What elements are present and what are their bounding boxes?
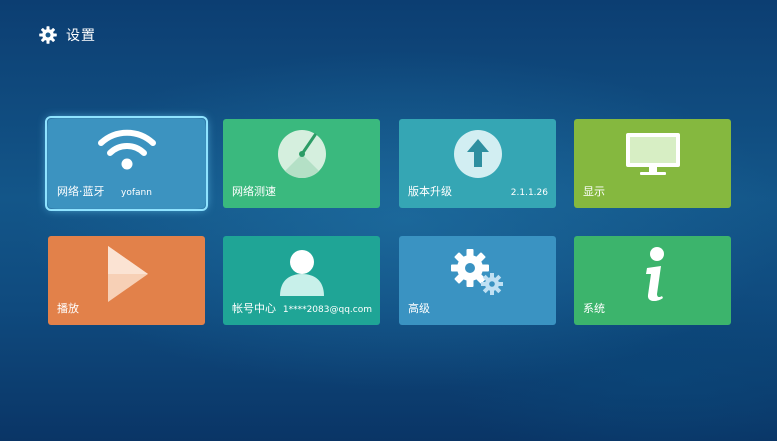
gear-icon: [39, 26, 57, 44]
tile-label: 网络测速: [232, 185, 276, 198]
tile-label: 显示: [583, 185, 605, 198]
play-icon: [107, 246, 148, 302]
tile-sub-account: 1****2083@qq.com: [282, 305, 372, 315]
tile-advanced[interactable]: 高级: [399, 236, 556, 325]
tile-speed-test[interactable]: 网络测速: [223, 119, 380, 208]
speedometer-icon: [277, 130, 326, 179]
upgrade-arrow-icon: [453, 130, 502, 178]
tile-label: 帐号中心: [232, 302, 276, 315]
tile-playback[interactable]: 播放: [48, 236, 205, 325]
tile-sub-version: 2.1.1.26: [510, 188, 548, 198]
tile-network-bluetooth[interactable]: 网络·蓝牙 yofann: [45, 116, 208, 211]
tile-version-upgrade[interactable]: 版本升级 2.1.1.26: [399, 119, 556, 208]
tile-label: 高级: [408, 302, 430, 315]
tile-account-center[interactable]: 帐号中心 1****2083@qq.com: [223, 236, 380, 325]
wifi-icon: [97, 129, 156, 170]
tile-label: 播放: [57, 302, 79, 315]
page-title: 设置: [66, 28, 96, 44]
user-icon: [279, 250, 324, 296]
info-icon: [645, 247, 664, 302]
tile-sub-wifi-name: yofann: [121, 188, 152, 198]
tile-label: 网络·蓝牙: [57, 185, 105, 198]
tile-label: 系统: [583, 302, 605, 315]
tile-label: 版本升级: [408, 185, 452, 198]
monitor-icon: [625, 133, 680, 175]
tile-display[interactable]: 显示: [574, 119, 731, 208]
gears-icon: [450, 249, 503, 295]
page-header: 设置: [38, 25, 96, 45]
tile-system[interactable]: 系统: [574, 236, 731, 325]
